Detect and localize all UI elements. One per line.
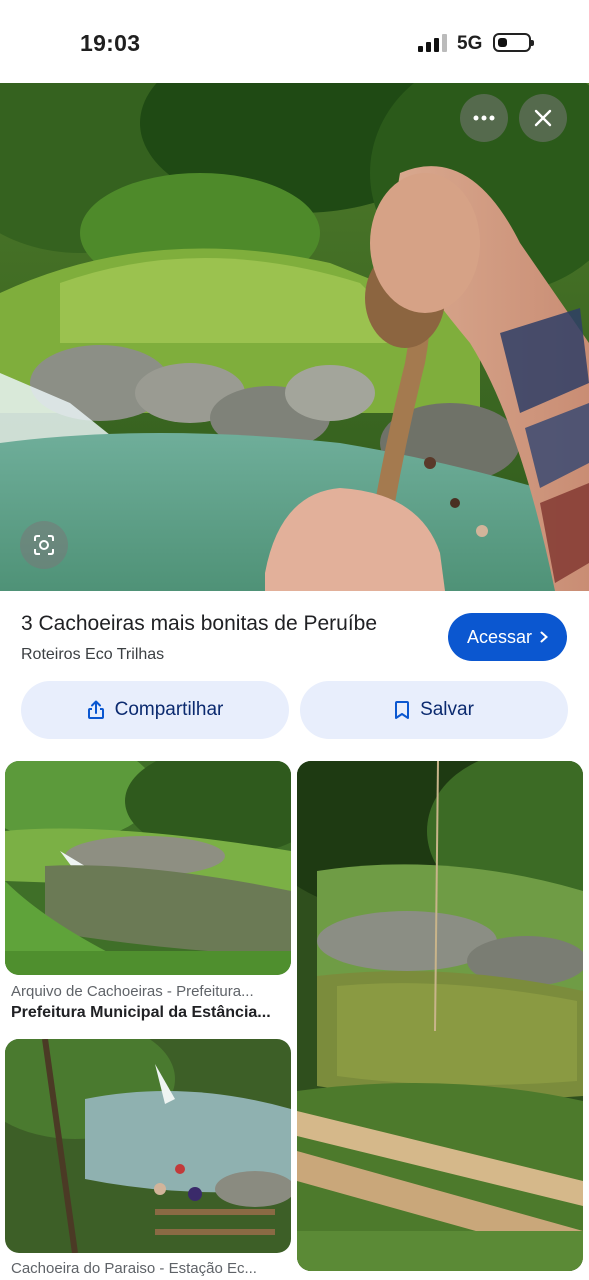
close-button[interactable] (519, 94, 567, 142)
close-icon (534, 109, 552, 127)
more-options-button[interactable] (460, 94, 508, 142)
lens-search-icon (34, 535, 54, 555)
status-time: 19:03 (80, 30, 141, 56)
share-button[interactable]: Compartilhar (21, 681, 289, 739)
hero-image[interactable] (0, 83, 589, 591)
card-source: Cachoeira do Paraiso - Estação Ec... (11, 1260, 257, 1277)
waterfall-pond-image (5, 761, 291, 975)
waterfall-rope-photo (0, 83, 589, 591)
card-source: Arquivo de Cachoeiras - Prefeitura... (11, 983, 254, 1000)
chevron-right-icon (540, 631, 549, 643)
visit-button-label: Acessar (466, 626, 533, 647)
share-icon (87, 700, 104, 719)
image-result-card[interactable] (5, 1039, 291, 1253)
more-horizontal-icon (473, 115, 495, 121)
network-type: 5G (457, 33, 483, 54)
result-source: Roteiros Eco Trilhas (21, 646, 165, 663)
image-result-card[interactable] (5, 761, 291, 975)
save-button-label: Salvar (420, 699, 474, 720)
result-title[interactable]: 3 Cachoeiras mais bonitas de Peruíbe (21, 612, 377, 636)
river-swimmers-image (5, 1039, 291, 1253)
status-bar: 19:03 5G (0, 0, 589, 84)
share-button-label: Compartilhar (114, 699, 224, 720)
bookmark-icon (395, 701, 410, 719)
jungle-pond-rope-image (297, 761, 583, 1271)
cellular-signal-icon (418, 34, 448, 52)
lens-search-button[interactable] (20, 521, 68, 569)
visit-button[interactable]: Acessar (448, 613, 567, 661)
save-button[interactable]: Salvar (300, 681, 568, 739)
image-result-card[interactable] (297, 761, 583, 1271)
battery-icon (493, 33, 534, 52)
card-title[interactable]: Prefeitura Municipal da Estância... (11, 1004, 294, 1022)
